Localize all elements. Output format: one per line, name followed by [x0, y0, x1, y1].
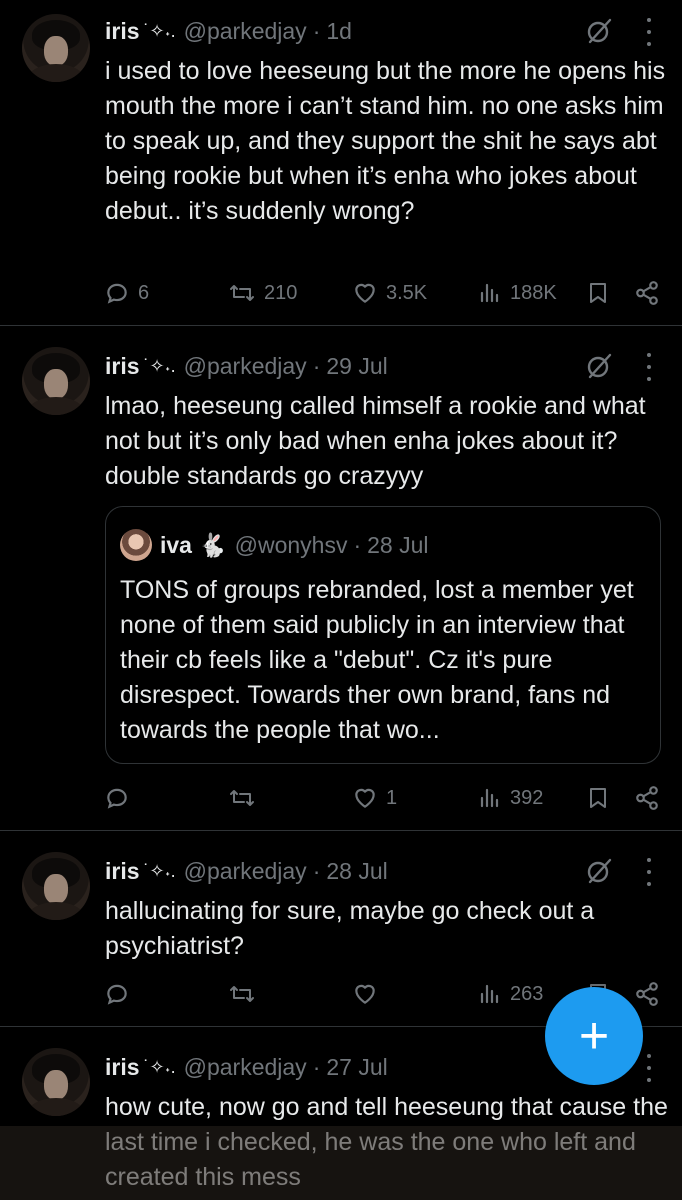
avatar[interactable] [22, 14, 90, 82]
views-button[interactable]: 392 [478, 780, 543, 816]
tweet-header: iris ˙✧˖. @parkedjay · 28 Jul [105, 856, 388, 886]
share-icon [636, 281, 658, 305]
tweet-actions: 1 392 [0, 780, 682, 816]
more-icon[interactable] [642, 858, 656, 886]
repost-button[interactable] [228, 976, 264, 1012]
like-button[interactable]: 1 [352, 780, 397, 816]
author-name[interactable]: iris [105, 18, 140, 45]
grok-icon[interactable] [586, 858, 612, 884]
bookmark-icon [590, 283, 606, 303]
share-button[interactable] [634, 976, 660, 1012]
views-icon [480, 283, 499, 303]
bookmark-button[interactable] [586, 275, 610, 311]
quoted-header: iva 🐇 @wonyhsv · 28 Jul [160, 529, 429, 561]
avatar[interactable] [22, 852, 90, 920]
reply-icon [107, 283, 127, 304]
repost-icon [230, 285, 254, 301]
views-icon [480, 788, 499, 808]
timestamp[interactable]: 28 Jul [326, 858, 387, 885]
separator-dot: · [312, 352, 321, 379]
author-name-decoration: ˙✧˖. [143, 355, 176, 376]
separator-dot: · [353, 531, 362, 558]
repost-icon [230, 986, 254, 1002]
view-count: 392 [510, 786, 544, 809]
repost-button[interactable]: 210 [228, 275, 297, 311]
divider [0, 325, 682, 326]
reply-button[interactable] [104, 780, 138, 816]
compose-button[interactable]: + [545, 987, 643, 1085]
views-button[interactable]: 263 [478, 976, 543, 1012]
tweet-text: hallucinating for sure, maybe go check o… [105, 897, 602, 960]
author-handle[interactable]: @parkedjay [184, 1054, 307, 1081]
repost-button[interactable] [228, 780, 264, 816]
author-name-decoration: ˙✧˖. [143, 1056, 176, 1077]
reply-button[interactable]: 6 [104, 275, 149, 311]
like-button[interactable] [352, 976, 386, 1012]
share-icon [636, 982, 658, 1006]
view-count: 263 [510, 982, 544, 1005]
avatar[interactable] [22, 1048, 90, 1116]
view-count: 188K [510, 281, 557, 304]
more-icon[interactable] [642, 18, 656, 46]
separator-dot: · [312, 857, 321, 884]
reply-count: 6 [138, 281, 150, 304]
quoted-text: TONS of groups rebranded, lost a member … [120, 576, 641, 744]
separator-dot: · [312, 17, 321, 44]
like-count: 3.5K [386, 281, 428, 304]
timestamp[interactable]: 27 Jul [326, 1054, 387, 1081]
quoted-author-handle: @wonyhsv [234, 531, 348, 558]
author-name-decoration: ˙✧˖. [143, 860, 176, 881]
tweet-text: i used to love heeseung but the more he … [105, 57, 673, 225]
more-icon[interactable] [642, 1054, 656, 1082]
share-button[interactable] [634, 275, 660, 311]
author-name[interactable]: iris [105, 858, 140, 885]
views-icon [480, 984, 499, 1004]
like-button[interactable]: 3.5K [352, 275, 427, 311]
avatar[interactable] [22, 347, 90, 415]
tweet-text: lmao, heeseung called himself a rookie a… [105, 392, 653, 490]
divider [0, 830, 682, 831]
author-name[interactable]: iris [105, 1054, 140, 1081]
author-name-decoration: ˙✧˖. [143, 20, 176, 41]
author-handle[interactable]: @parkedjay [184, 353, 307, 380]
bookmark-button[interactable] [586, 780, 610, 816]
heart-icon [355, 283, 375, 303]
tweet-header: iris ˙✧˖. @parkedjay · 27 Jul [105, 1052, 388, 1082]
like-count: 1 [386, 786, 398, 809]
reply-icon [107, 984, 127, 1005]
reply-button[interactable] [104, 976, 138, 1012]
heart-icon [355, 984, 375, 1004]
share-button[interactable] [634, 780, 660, 816]
views-button[interactable]: 188K [478, 275, 557, 311]
grok-icon[interactable] [586, 18, 612, 44]
quoted-author-name: iva [160, 531, 192, 558]
author-name[interactable]: iris [105, 353, 140, 380]
bookmark-icon [590, 788, 606, 808]
heart-icon [355, 788, 375, 808]
timeline: iris ˙✧˖. @parkedjay · 1d i used to love… [0, 0, 682, 1200]
plus-icon: + [578, 1007, 610, 1065]
timestamp[interactable]: 1d [326, 18, 352, 45]
quoted-timestamp: 28 Jul [367, 531, 429, 558]
tweet-header: iris ˙✧˖. @parkedjay · 1d [105, 16, 352, 46]
author-handle[interactable]: @parkedjay [184, 858, 307, 885]
tweet-actions: 6 210 3.5K 188K [0, 275, 682, 311]
tweet-text: how cute, now go and tell heeseung that … [105, 1093, 675, 1191]
separator-dot: · [312, 1053, 321, 1080]
repost-count: 210 [264, 281, 298, 304]
rabbit-icon: 🐇 [197, 531, 227, 558]
reply-icon [107, 788, 127, 809]
tweet-header: iris ˙✧˖. @parkedjay · 29 Jul [105, 351, 388, 381]
quoted-avatar[interactable] [120, 529, 152, 561]
quoted-tweet[interactable]: iva 🐇 @wonyhsv · 28 Jul TONS of groups r… [105, 506, 661, 764]
more-icon[interactable] [642, 353, 656, 381]
timestamp[interactable]: 29 Jul [326, 353, 387, 380]
author-handle[interactable]: @parkedjay [184, 18, 307, 45]
repost-icon [230, 790, 254, 806]
share-icon [636, 786, 658, 810]
grok-icon[interactable] [586, 353, 612, 379]
